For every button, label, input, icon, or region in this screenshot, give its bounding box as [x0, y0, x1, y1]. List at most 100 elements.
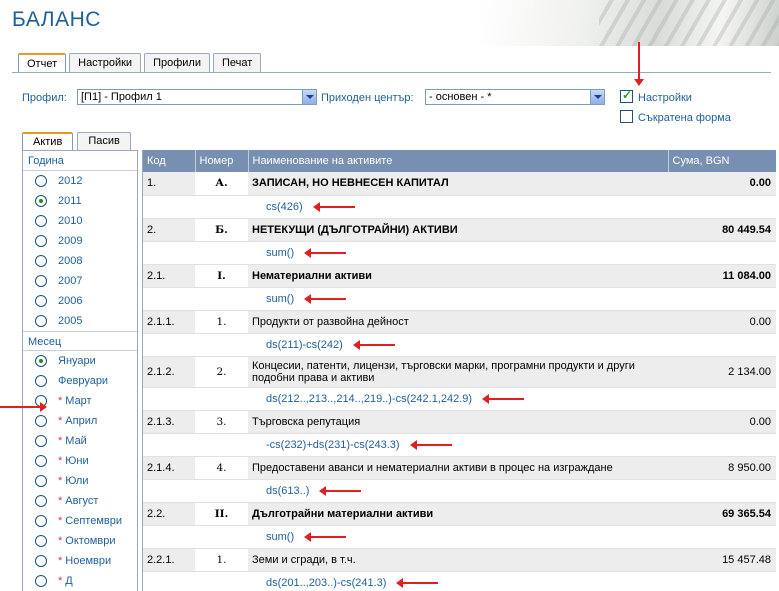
tab-liabilities[interactable]: Пасив — [77, 132, 131, 150]
year-option[interactable]: 2010 — [23, 211, 137, 231]
month-label: Юни — [65, 455, 89, 467]
month-option[interactable]: * Ноември — [23, 551, 137, 571]
table-row[interactable]: 2. Б. НЕТЕКУЩИ (ДЪЛГОТРАЙНИ) АКТИВИ 80 449.… — [143, 218, 776, 242]
radio-button[interactable] — [35, 195, 47, 207]
month-text: * Август — [58, 491, 98, 511]
table-row[interactable]: 2.1.1. 1. Продукти от развойна дейност 0.00 — [143, 310, 776, 334]
table-row[interactable]: 1. А. ЗАПИСАН, НО НЕВНЕСЕН КАПИТАЛ 0.00 — [143, 172, 776, 196]
month-option[interactable]: * Д — [23, 571, 137, 591]
month-option[interactable]: * Юни — [23, 451, 137, 471]
page-title: БАЛАНС — [12, 8, 101, 31]
year-option[interactable]: 2005 — [23, 311, 137, 331]
empty-cell — [143, 195, 195, 219]
tab-report[interactable]: Отчет — [18, 53, 67, 73]
radio-button[interactable] — [35, 295, 47, 307]
formula-link[interactable]: ds(613..) — [266, 485, 309, 497]
asterisk-icon: * — [58, 455, 63, 467]
radio-button[interactable] — [35, 235, 47, 247]
table-row[interactable]: 2.1.3. 3. Търговска репутация 0.00 — [143, 410, 776, 434]
empty-cell — [668, 287, 776, 311]
formula-link[interactable]: ds(201..,203..)-cs(241.3) — [266, 577, 386, 589]
radio-button[interactable] — [35, 255, 47, 267]
radio-button[interactable] — [35, 515, 47, 527]
column-header-code[interactable]: Код — [143, 150, 196, 172]
number-cell: 3. — [195, 410, 248, 434]
formula-link[interactable]: -cs(232)+ds(231)-cs(243.3) — [266, 439, 400, 451]
formula-cell: ds(201..,203..)-cs(241.3) — [248, 571, 668, 591]
tab-divider — [12, 72, 771, 73]
radio-button[interactable] — [35, 435, 47, 447]
month-label: Октомври — [65, 535, 116, 547]
radio-button[interactable] — [35, 375, 47, 387]
radio-button[interactable] — [35, 575, 47, 587]
year-option[interactable]: 2007 — [23, 271, 137, 291]
tab-settings[interactable]: Настройки — [69, 53, 142, 72]
radio-button[interactable] — [35, 455, 47, 467]
radio-button[interactable] — [35, 535, 47, 547]
asterisk-icon: * — [58, 515, 63, 527]
formula-link[interactable]: ds(211)-cs(242) — [266, 339, 343, 351]
year-option[interactable]: 2012 — [23, 171, 137, 191]
month-option[interactable]: * Април — [23, 411, 137, 431]
month-label: Септември — [65, 515, 122, 527]
formula-row: ds(613..) — [143, 479, 776, 503]
year-label: 2012 — [58, 175, 83, 187]
radio-button[interactable] — [35, 275, 47, 287]
short-form-checkbox[interactable] — [620, 110, 633, 123]
asterisk-icon: * — [58, 495, 63, 507]
asterisk-icon: * — [58, 575, 63, 587]
sum-cell: 0.00 — [668, 410, 776, 434]
formula-link[interactable]: ds(212..,213..,214..,219..)-cs(242.1,242… — [266, 393, 472, 405]
year-option[interactable]: 2006 — [23, 291, 137, 311]
chevron-down-icon[interactable] — [590, 90, 604, 104]
table-row[interactable]: 2.2.1. 1. Земи и сгради, в т.ч. 15 457.48 — [143, 548, 776, 572]
profile-select[interactable]: [П1] - Профил 1 — [77, 89, 317, 105]
month-text: * Юни — [58, 451, 89, 471]
month-option[interactable]: Януари — [23, 351, 137, 371]
settings-checkbox[interactable] — [620, 88, 633, 103]
tab-assets[interactable]: Актив — [22, 132, 74, 151]
empty-cell — [143, 571, 195, 591]
radio-button[interactable] — [35, 555, 47, 567]
radio-button[interactable] — [35, 315, 47, 327]
formula-link[interactable]: sum() — [266, 293, 294, 305]
month-label: Януари — [58, 355, 96, 367]
month-option[interactable]: * Юли — [23, 471, 137, 491]
month-label: Август — [65, 495, 99, 507]
month-option[interactable]: * Октомври — [23, 531, 137, 551]
radio-button[interactable] — [35, 415, 47, 427]
month-option[interactable]: * Септември — [23, 511, 137, 531]
column-header-number[interactable]: Номер — [195, 150, 249, 172]
column-header-name[interactable]: Наименование на активите — [248, 150, 669, 172]
table-row[interactable]: 2.1.2. 2. Концесии, патенти, лицензи, търг… — [143, 356, 776, 388]
radio-button[interactable] — [35, 355, 47, 367]
radio-button[interactable] — [35, 175, 47, 187]
tab-print[interactable]: Печат — [212, 53, 262, 72]
table-row[interactable]: 2.2. II. Дълготрайни материални активи 69 3… — [143, 502, 776, 526]
chevron-down-icon[interactable] — [302, 90, 316, 104]
table-row[interactable]: 2.1. I. Нематериални активи 11 084.00 — [143, 264, 776, 288]
radio-button[interactable] — [35, 475, 47, 487]
formula-link[interactable]: cs(426) — [266, 201, 303, 213]
table-row[interactable]: 2.1.4. 4. Предоставени аванси и нематериал… — [143, 456, 776, 480]
empty-cell — [195, 387, 248, 411]
balance-table: Код Номер Наименование на активите Сума,… — [143, 150, 776, 591]
column-header-sum[interactable]: Сума, BGN — [668, 150, 776, 172]
radio-button[interactable] — [35, 495, 47, 507]
center-select[interactable]: - основен - * — [425, 89, 605, 105]
year-option[interactable]: 2011 — [23, 191, 137, 211]
year-option[interactable]: 2008 — [23, 251, 137, 271]
formula-link[interactable]: sum() — [266, 531, 294, 543]
number-cell: 2. — [195, 356, 248, 388]
empty-cell — [195, 195, 248, 219]
month-option[interactable]: * Август — [23, 491, 137, 511]
sum-cell: 8 950.00 — [668, 456, 776, 480]
formula-cell: cs(426) — [248, 195, 668, 219]
year-option[interactable]: 2009 — [23, 231, 137, 251]
month-option[interactable]: * Май — [23, 431, 137, 451]
formula-link[interactable]: sum() — [266, 247, 294, 259]
name-cell: ЗАПИСАН, НО НЕВНЕСЕН КАПИТАЛ — [248, 172, 668, 196]
radio-button[interactable] — [35, 215, 47, 227]
tab-profiles[interactable]: Профили — [144, 53, 210, 72]
month-option[interactable]: Февруари — [23, 371, 137, 391]
